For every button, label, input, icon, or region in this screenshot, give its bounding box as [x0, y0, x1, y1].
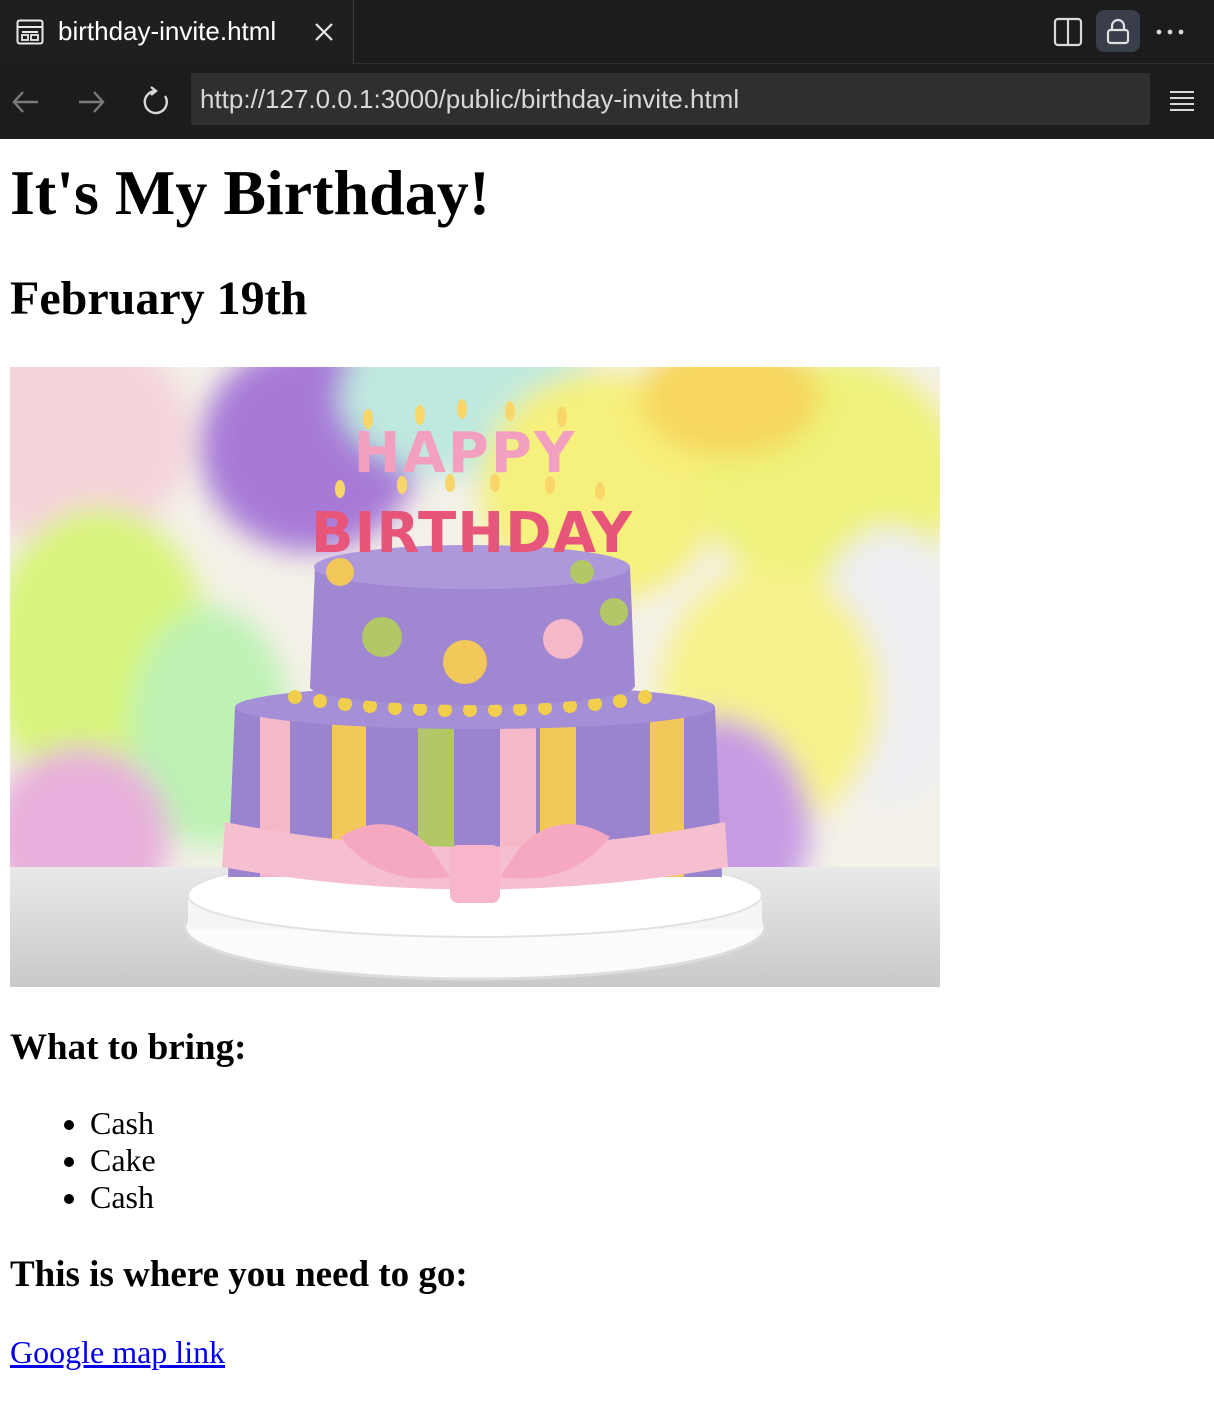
tab-title: birthday-invite.html: [58, 16, 277, 46]
google-map-link[interactable]: Google map link: [10, 1332, 225, 1372]
forward-arrow-icon[interactable]: [73, 84, 109, 120]
lock-button[interactable]: [1096, 10, 1140, 52]
tab-bar: birthday-invite.html: [0, 0, 1214, 64]
page-title: It's My Birthday!: [10, 157, 490, 228]
location-heading: This is where you need to go:: [10, 1254, 468, 1295]
happy-candle-text: HAPPY: [354, 421, 577, 486]
address-bar[interactable]: http://127.0.0.1:3000/public/birthday-in…: [191, 73, 1150, 125]
birthday-cake-image: HAPPY BIRTHDAY: [10, 367, 940, 987]
birthday-candle-text: BIRTHDAY: [311, 501, 634, 566]
bring-list: Cash Cake Cash: [10, 1105, 156, 1216]
back-arrow-icon[interactable]: [8, 84, 44, 120]
navigation-bar: http://127.0.0.1:3000/public/birthday-in…: [0, 64, 1214, 139]
more-icon[interactable]: [1152, 18, 1188, 46]
tab-birthday-invite[interactable]: birthday-invite.html: [0, 0, 354, 64]
what-to-bring-heading: What to bring:: [10, 1027, 247, 1068]
list-item: Cake: [10, 1142, 156, 1179]
lock-icon: [1106, 18, 1130, 45]
list-item: Cash: [10, 1179, 156, 1216]
reload-icon[interactable]: [138, 84, 174, 120]
close-icon[interactable]: [311, 19, 337, 45]
party-date: February 19th: [10, 272, 308, 325]
list-item: Cash: [10, 1105, 156, 1142]
page-layout-icon: [16, 19, 44, 45]
split-view-icon[interactable]: [1050, 14, 1086, 50]
url-text: http://127.0.0.1:3000/public/birthday-in…: [200, 84, 740, 114]
menu-icon[interactable]: [1166, 86, 1198, 118]
